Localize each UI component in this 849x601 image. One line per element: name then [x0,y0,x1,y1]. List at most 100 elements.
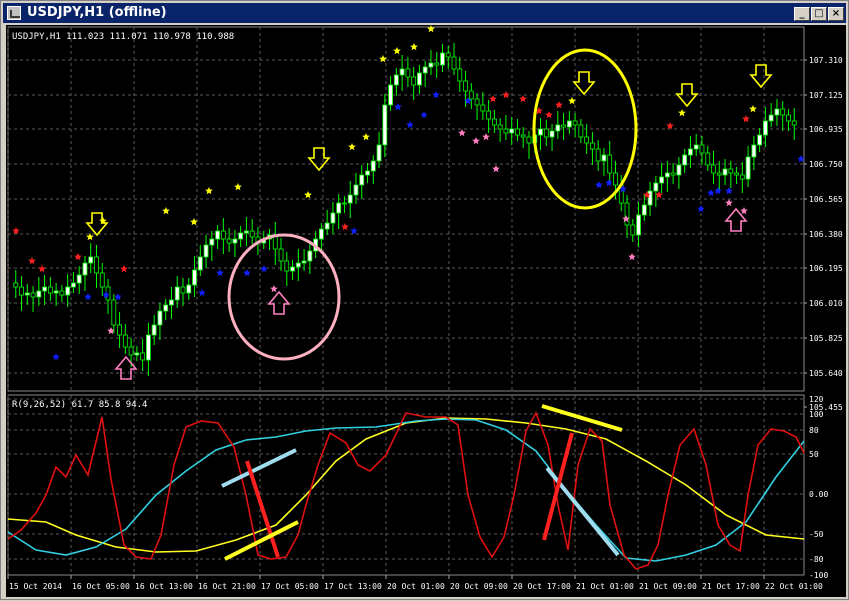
time-tick-label: 15 Oct 2014 [9,582,62,591]
chart-grid [7,27,804,575]
signal-star-icon [707,189,715,197]
indicator-tick-label: -80 [809,555,824,564]
price-tick-label: 106.380 [809,230,843,239]
time-axis: 15 Oct 2014 16 Oct 05:00 16 Oct 13:00 16 Oc… [7,575,823,591]
signal-star-icon [52,353,60,361]
signal-star-icon [666,122,674,130]
signal-star-icon [379,55,387,63]
candle [411,76,417,86]
candle [278,248,284,262]
candle [238,232,244,240]
candle [745,156,751,180]
candle [763,120,768,136]
indicator-tick-label: -50 [809,530,824,539]
candle [590,142,595,150]
candle [624,202,630,226]
candle [157,310,163,326]
close-button[interactable]: × [828,7,844,21]
time-tick-label: 17 Oct 05:00 [261,582,319,591]
candle [509,128,515,134]
fast-oscillator-line [7,411,805,570]
minimize-button[interactable]: _ [794,7,810,21]
candle [497,124,503,130]
candle [561,124,566,128]
candle [393,74,399,86]
candle [780,108,786,116]
candle [99,272,105,288]
time-tick-label: 17 Oct 13:00 [324,582,382,591]
candle [774,108,780,116]
candle [76,274,82,284]
candle [318,228,324,240]
signal-star-icon [492,165,500,173]
maximize-button[interactable]: □ [811,7,827,21]
candle [468,90,474,100]
signal-star-icon [260,265,268,273]
signal-star-icon [12,227,20,235]
signal-star-icon [198,289,206,297]
signal-star-icon [740,207,748,215]
candle [491,118,497,126]
candle [555,124,561,132]
signal-star-icon [432,91,440,99]
candle [445,52,451,58]
title-bar[interactable]: USDJPY,H1 (offline) _ □ × [3,3,846,23]
indicator-tick-label: 100 [809,410,824,419]
candle [140,352,146,361]
candle [197,256,203,271]
down-arrow-icon [85,212,109,237]
signal-star-icon [742,115,750,123]
price-tick-label: 105.640 [809,369,843,378]
candle [145,334,151,361]
signal-star-icon [234,183,242,191]
signal-star-icon [472,137,480,145]
signal-star-icon [725,199,733,207]
signal-star-icon [725,187,733,195]
indicator-tick-label: 120 [809,395,824,404]
time-tick-label: 21 Oct 17:00 [702,582,760,591]
symbol-info: USDJPY,H1 111.023 111.071 110.978 110.98… [12,32,234,42]
candle [36,290,42,298]
candle [578,124,584,138]
candle [359,174,365,186]
signal-star-icon [628,253,636,261]
signal-star-icon [545,111,553,119]
candle [699,144,705,154]
trend-stroke-light-blue [221,448,297,488]
candle [670,172,676,176]
price-axis: 107.310 107.125 106.935 106.750 106.565 106.3… [804,56,843,412]
candle [151,324,157,336]
candle [353,184,359,196]
signal-star-icon [114,293,122,301]
candle [290,266,295,272]
candle [595,148,601,162]
price-tick-label: 106.565 [809,195,843,204]
candle [451,56,457,70]
time-tick-label: 22 Oct 01:00 [765,582,823,591]
candle [722,168,728,176]
candle [647,190,653,206]
chart-canvas[interactable]: USDJPY,H1 111.023 111.071 110.978 110.98… [6,25,846,597]
candle [526,136,532,144]
slow-oscillator-line [7,417,805,553]
candle [405,68,411,78]
chart-area[interactable]: USDJPY,H1 111.023 111.071 110.978 110.98… [6,25,846,597]
candle [463,80,468,92]
signal-star-icon [555,101,563,109]
signal-star-icon [482,133,490,141]
candle [180,286,186,294]
candle [440,52,445,66]
candle [503,128,509,134]
candle [122,334,128,348]
signal-star-icon [678,109,686,117]
candle [682,154,688,166]
down-arrow-icon [749,64,773,89]
signal-star-icon [341,223,349,231]
candle [244,230,249,234]
candle [24,292,30,296]
candle [30,292,36,298]
down-arrow-icon [307,147,331,172]
candle [307,250,313,262]
candle [538,128,543,136]
signal-star-icon [605,179,613,187]
